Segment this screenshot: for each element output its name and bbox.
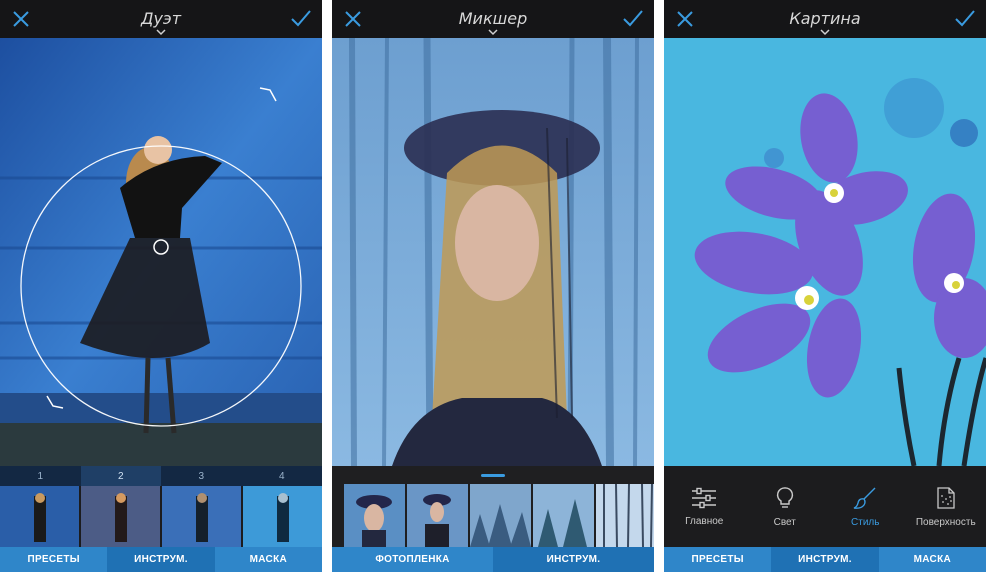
photo-thumbnail[interactable] xyxy=(407,484,468,547)
painting-photo xyxy=(664,38,986,466)
tab-mask[interactable]: МАСКА xyxy=(878,547,986,572)
bottom-tab-bar: ПРЕСЕТЫ ИНСТРУМ. МАСКА xyxy=(664,547,986,572)
bottom-tab-bar: ФОТОПЛЕНКА ИНСТРУМ. xyxy=(332,547,654,572)
painting-photo-canvas[interactable] xyxy=(664,38,986,466)
checkmark-icon[interactable] xyxy=(954,8,976,28)
preset-numbers: 1 2 3 4 xyxy=(0,466,322,486)
sliders-icon xyxy=(692,487,717,508)
preset-thumbnail[interactable] xyxy=(243,486,322,547)
preset-number[interactable]: 3 xyxy=(161,466,242,486)
tool-label: Свет xyxy=(773,516,796,528)
tab-presets[interactable]: ПРЕСЕТЫ xyxy=(664,547,772,572)
tool-label: Стиль xyxy=(851,516,880,528)
tool-light[interactable]: Свет xyxy=(745,466,826,547)
top-bar: Дуэт xyxy=(0,0,322,38)
duet-photo-canvas[interactable] xyxy=(0,38,322,466)
tab-film[interactable]: ФОТОПЛЕНКА xyxy=(332,547,493,572)
checkmark-icon[interactable] xyxy=(622,8,644,28)
screen-title: Картина xyxy=(789,9,861,28)
preset-number[interactable]: 1 xyxy=(0,466,81,486)
preset-thumbnail[interactable] xyxy=(81,486,160,547)
top-bar: Картина xyxy=(664,0,986,38)
mixer-photo xyxy=(332,38,654,466)
duet-photo xyxy=(0,38,322,466)
photo-thumbnail[interactable] xyxy=(533,484,594,547)
tool-surface[interactable]: Поверхность xyxy=(906,466,986,547)
texture-icon xyxy=(937,486,955,509)
screen-title: Дуэт xyxy=(140,9,182,28)
photo-thumbnail[interactable] xyxy=(470,484,531,547)
tool-bar: Главное Свет Стиль Поверхность xyxy=(664,466,986,547)
chevron-down-icon[interactable] xyxy=(487,28,499,36)
bottom-tab-bar: ПРЕСЕТЫ ИНСТРУМ. МАСКА xyxy=(0,547,322,572)
chevron-down-icon[interactable] xyxy=(155,28,167,36)
photo-thumbnail[interactable] xyxy=(344,484,405,547)
painting-screen: Картина Главное Свет Стиль Поверхность П… xyxy=(664,0,986,572)
mixer-photo-canvas[interactable] xyxy=(332,38,654,466)
duet-screen: Дуэт 1 2 3 4 ПРЕСЕТЫ ИНСТРУМ. МАСКА xyxy=(0,0,322,572)
tool-label: Поверхность xyxy=(915,516,976,528)
preset-thumbnails xyxy=(0,486,322,547)
tab-mask[interactable]: МАСКА xyxy=(214,547,322,572)
tab-tools[interactable]: ИНСТРУМ. xyxy=(493,547,654,572)
tool-label: Главное xyxy=(685,515,724,527)
top-bar: Микшер xyxy=(332,0,654,38)
screen-title: Микшер xyxy=(458,9,528,28)
tab-tools[interactable]: ИНСТРУМ. xyxy=(107,547,215,572)
preset-number-selected[interactable]: 2 xyxy=(80,466,161,486)
preset-number[interactable]: 4 xyxy=(242,466,323,486)
tool-style[interactable]: Стиль xyxy=(825,466,906,547)
mixer-screen: Микшер ФОТОПЛЕНКА ИНСТРУМ. xyxy=(332,0,654,572)
chevron-down-icon[interactable] xyxy=(819,28,831,36)
brush-icon xyxy=(853,487,876,509)
preset-thumbnail[interactable] xyxy=(162,486,241,547)
panel-drag-handle[interactable] xyxy=(332,466,654,484)
tab-presets[interactable]: ПРЕСЕТЫ xyxy=(0,547,108,572)
tool-main[interactable]: Главное xyxy=(664,466,745,547)
preset-thumbnail[interactable] xyxy=(0,486,79,547)
tab-tools[interactable]: ИНСТРУМ. xyxy=(771,547,879,572)
lightbulb-icon xyxy=(776,486,793,508)
camera-roll-strip xyxy=(332,484,654,547)
photo-thumbnail[interactable] xyxy=(596,484,654,547)
checkmark-icon[interactable] xyxy=(290,8,312,28)
